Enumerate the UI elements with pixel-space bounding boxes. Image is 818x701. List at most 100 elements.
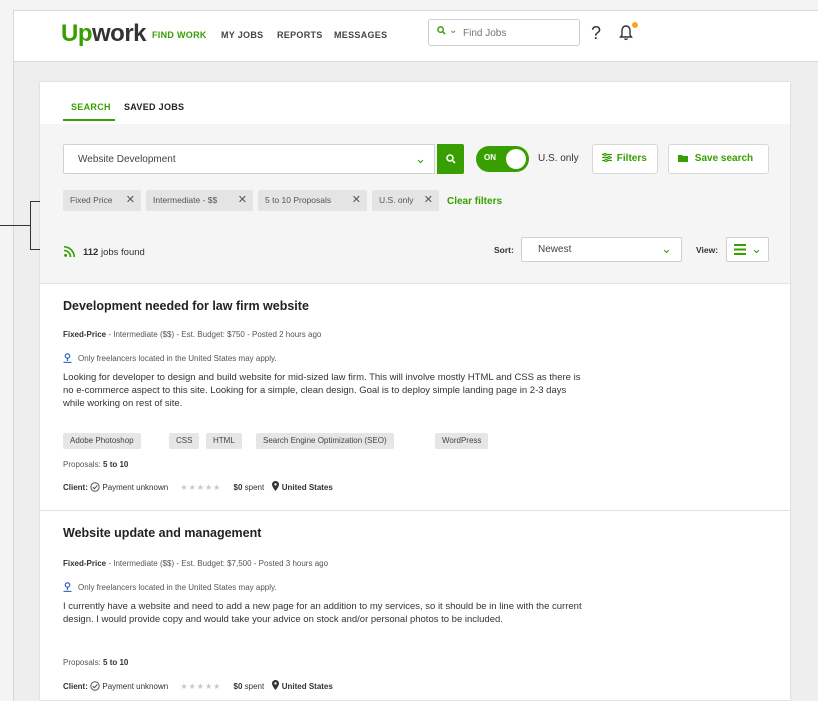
logo-work-text: work xyxy=(92,20,147,47)
job-meta-details: - Intermediate ($$) - Est. Budget: $750 … xyxy=(106,330,322,339)
divider xyxy=(40,283,790,284)
client-rating-stars: ★★★★★ xyxy=(180,483,222,492)
map-marker-icon xyxy=(272,680,280,690)
save-search-label: Save search xyxy=(694,153,754,164)
location-pin-icon xyxy=(63,582,72,592)
job-proposals: Proposals: 5 to 10 xyxy=(63,658,128,667)
job-search-card: SEARCH SAVED JOBS Website Development ⌄ … xyxy=(40,82,790,700)
filter-chip-proposals: 5 to 10 Proposals ✕ xyxy=(258,190,367,211)
proposals-label: Proposals: xyxy=(63,460,101,469)
filter-chip-fixed-price: Fixed Price ✕ xyxy=(63,190,141,211)
verified-check-icon xyxy=(90,681,100,691)
job-description: Looking for developer to design and buil… xyxy=(63,371,581,409)
client-spent-amount: $0 xyxy=(233,483,243,492)
job-client-info: Client: Payment unknown ★★★★★ $0 spent U… xyxy=(63,481,333,492)
filter-chip-us-only: U.S. only ✕ xyxy=(372,190,439,211)
client-country: United States xyxy=(281,682,333,691)
payment-status: Payment unknown xyxy=(102,483,169,492)
search-icon[interactable] xyxy=(437,26,446,38)
filters-button[interactable]: Filters xyxy=(592,144,658,174)
close-icon[interactable]: ✕ xyxy=(424,190,433,211)
job-location-note: Only freelancers located in the United S… xyxy=(63,353,277,363)
top-navigation-bar: Upwork FIND WORK MY JOBS REPORTS MESSAGE… xyxy=(14,11,818,62)
job-search-input[interactable] xyxy=(461,23,580,44)
save-search-button[interactable]: Save search xyxy=(668,144,769,174)
divider xyxy=(40,510,790,511)
job-listing: Development needed for law firm website … xyxy=(40,283,790,518)
jobs-count-number: 112 xyxy=(83,247,99,258)
proposals-value: 5 to 10 xyxy=(103,460,129,469)
location-pin-icon xyxy=(63,353,72,363)
job-meta-details: - Intermediate ($$) - Est. Budget: $7,50… xyxy=(106,559,329,568)
annotation-pointer xyxy=(0,225,30,226)
toggle-knob xyxy=(506,149,526,169)
job-location-note: Only freelancers located in the United S… xyxy=(63,582,277,592)
proposals-value: 5 to 10 xyxy=(103,658,129,667)
jobs-count-suffix: jobs found xyxy=(100,247,145,258)
tab-search[interactable]: SEARCH xyxy=(71,102,111,112)
sort-select[interactable]: Newest ⌄ xyxy=(521,237,682,262)
client-spent-label: spent xyxy=(244,483,265,492)
client-label: Client: xyxy=(63,483,88,492)
close-icon[interactable]: ✕ xyxy=(238,190,247,211)
close-icon[interactable]: ✕ xyxy=(352,190,361,211)
job-location-text: Only freelancers located in the United S… xyxy=(78,354,277,363)
job-title[interactable]: Development needed for law firm website xyxy=(63,299,309,313)
rss-icon[interactable] xyxy=(64,246,75,257)
filter-icon xyxy=(602,152,612,163)
job-title[interactable]: Website update and management xyxy=(63,526,261,540)
skill-tag[interactable]: CSS xyxy=(169,433,200,449)
active-tab-indicator xyxy=(63,119,115,121)
search-filter-panel: Website Development ⌄ ON U.S. only Filte… xyxy=(40,124,790,283)
skill-tag[interactable]: Search Engine Optimization (SEO) xyxy=(256,433,394,449)
us-only-toggle[interactable]: ON xyxy=(476,146,529,172)
annotation-bracket-vertical xyxy=(30,201,31,249)
job-meta: Fixed-Price - Intermediate ($$) - Est. B… xyxy=(63,559,328,568)
proposals-label: Proposals: xyxy=(63,658,101,667)
clear-filters-link[interactable]: Clear filters xyxy=(447,196,502,207)
verified-check-icon xyxy=(90,482,100,492)
jobs-found-count: 112 jobs found xyxy=(83,247,145,258)
upwork-logo[interactable]: Upwork xyxy=(61,20,147,48)
skill-tag[interactable]: HTML xyxy=(206,433,242,449)
job-search-box: ⌄ xyxy=(428,19,580,46)
chevron-down-icon: ⌄ xyxy=(661,241,672,256)
view-mode-select[interactable]: ⌄ xyxy=(726,237,769,262)
job-type: Fixed-Price xyxy=(63,330,107,339)
filter-chip-intermediate: Intermediate - $$ ✕ xyxy=(146,190,253,211)
chevron-down-icon[interactable]: ⌄ xyxy=(449,25,457,36)
client-spent-label: spent xyxy=(244,682,265,691)
tab-saved-jobs[interactable]: SAVED JOBS xyxy=(124,102,184,112)
list-view-icon xyxy=(734,244,746,255)
nav-my-jobs[interactable]: MY JOBS xyxy=(221,30,263,40)
client-rating-stars: ★★★★★ xyxy=(180,682,222,691)
sort-value: Newest xyxy=(538,244,572,255)
keyword-value: Website Development xyxy=(78,154,176,165)
keyword-select[interactable]: Website Development ⌄ xyxy=(63,144,435,174)
search-submit-button[interactable] xyxy=(437,144,464,174)
chevron-down-icon: ⌄ xyxy=(415,151,426,166)
client-spent-amount: $0 xyxy=(233,682,243,691)
job-client-info: Client: Payment unknown ★★★★★ $0 spent U… xyxy=(63,680,333,691)
filters-button-label: Filters xyxy=(616,153,647,164)
folder-icon xyxy=(678,155,688,162)
nav-find-work[interactable]: FIND WORK xyxy=(152,30,207,40)
job-type: Fixed-Price xyxy=(63,559,107,568)
job-listing: Website update and management Fixed-Pric… xyxy=(40,510,790,700)
nav-messages[interactable]: MESSAGES xyxy=(334,30,387,40)
logo-up-text: Up xyxy=(61,20,93,47)
job-proposals: Proposals: 5 to 10 xyxy=(63,460,128,469)
client-country: United States xyxy=(281,483,333,492)
client-label: Client: xyxy=(63,682,88,691)
job-location-text: Only freelancers located in the United S… xyxy=(78,583,277,592)
map-marker-icon xyxy=(272,481,280,491)
nav-reports[interactable]: REPORTS xyxy=(277,30,323,40)
close-icon[interactable]: ✕ xyxy=(126,190,135,211)
job-description: I currently have a website and need to a… xyxy=(63,600,582,625)
skill-tag[interactable]: Adobe Photoshop xyxy=(63,433,141,449)
view-label: View: xyxy=(696,245,719,255)
filter-chip-label: Intermediate - $$ xyxy=(153,195,218,205)
skill-tag[interactable]: WordPress xyxy=(435,433,489,449)
search-icon xyxy=(445,154,456,164)
help-icon[interactable]: ? xyxy=(591,23,601,44)
